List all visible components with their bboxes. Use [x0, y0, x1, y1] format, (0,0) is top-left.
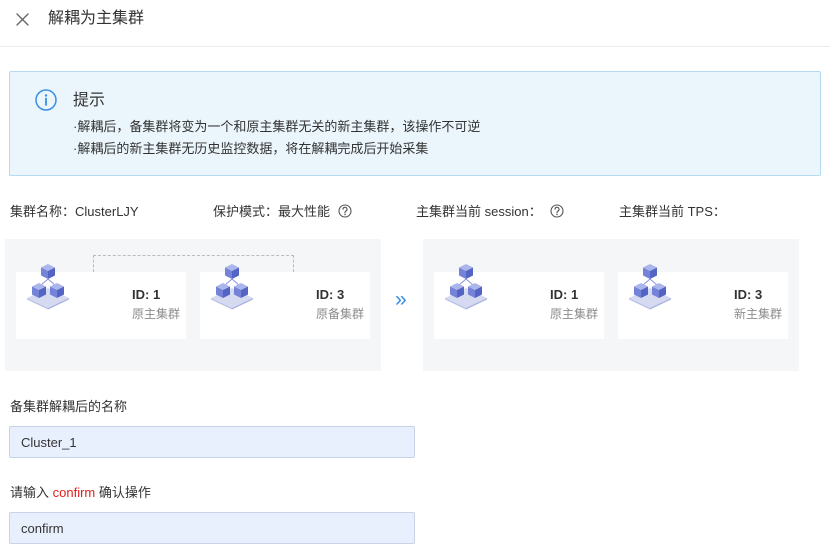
cluster-role: 新主集群 [734, 307, 783, 321]
topology-after-panel: ID: 1 原主集群 ID: 3 新主集群 [423, 239, 799, 371]
cluster-role: 原主集群 [550, 307, 599, 321]
protection-mode-value: 最大性能 [278, 204, 331, 219]
replication-link [93, 255, 294, 272]
dialog-title: 解耦为主集群 [48, 10, 145, 27]
cluster-cubes-icon [626, 263, 674, 310]
confirm-label-prefix: 请输入 [10, 485, 53, 500]
cluster-card-original-standby: ID: 3 原备集群 [200, 272, 370, 339]
cluster-cubes-icon [24, 263, 72, 310]
cluster-id: ID: 3 [734, 287, 763, 302]
tps-label: 主集群当前 TPS： [619, 204, 726, 219]
cluster-id: ID: 1 [550, 287, 579, 302]
topology-before-panel: ID: 1 原主集群 ID: 3 原备集群 [5, 239, 381, 371]
notice-line: ·解耦后的新主集群无历史监控数据，将在解耦完成后开始采集 [73, 141, 429, 156]
tps-field: 主集群当前 TPS： [619, 202, 726, 222]
notice-title: 提示 [73, 92, 106, 109]
question-circle-icon[interactable] [550, 204, 564, 218]
cluster-card-original-primary: ID: 1 原主集群 [434, 272, 604, 339]
protection-mode-field: 保护模式：最大性能 [213, 202, 352, 222]
confirm-keyword: confirm [52, 485, 96, 500]
cluster-card-original-primary: ID: 1 原主集群 [16, 272, 186, 339]
header-divider [0, 46, 830, 47]
confirm-input[interactable] [9, 512, 415, 544]
confirm-label: 请输入 confirm 确认操作 [10, 483, 151, 503]
cluster-name-field: 集群名称：ClusterLJY [10, 202, 139, 222]
session-field: 主集群当前 session： [416, 202, 564, 222]
question-circle-icon[interactable] [338, 204, 352, 218]
session-label: 主集群当前 session： [416, 204, 542, 219]
cluster-cubes-icon [442, 263, 490, 310]
confirm-label-suffix: 确认操作 [95, 485, 151, 500]
notice-line: ·解耦后，备集群将变为一个和原主集群无关的新主集群，该操作不可逆 [73, 119, 481, 134]
notice-box: 提示 ·解耦后，备集群将变为一个和原主集群无关的新主集群，该操作不可逆 ·解耦后… [9, 71, 821, 176]
protection-mode-label: 保护模式： [213, 204, 279, 219]
cluster-card-new-primary: ID: 3 新主集群 [618, 272, 788, 339]
new-cluster-name-input[interactable] [9, 426, 415, 458]
info-circle-icon [35, 89, 57, 111]
cluster-id: ID: 3 [316, 287, 345, 302]
cluster-name-label: 集群名称： [10, 204, 76, 219]
transition-arrow-icon: » [395, 288, 407, 311]
cluster-role: 原备集群 [316, 307, 365, 321]
close-button[interactable] [15, 12, 30, 27]
cluster-name-value: ClusterLJY [75, 204, 139, 219]
close-icon [16, 13, 29, 26]
cluster-id: ID: 1 [132, 287, 161, 302]
cluster-role: 原主集群 [132, 307, 181, 321]
new-cluster-name-label: 备集群解耦后的名称 [10, 399, 128, 414]
cluster-cubes-icon [208, 263, 256, 310]
